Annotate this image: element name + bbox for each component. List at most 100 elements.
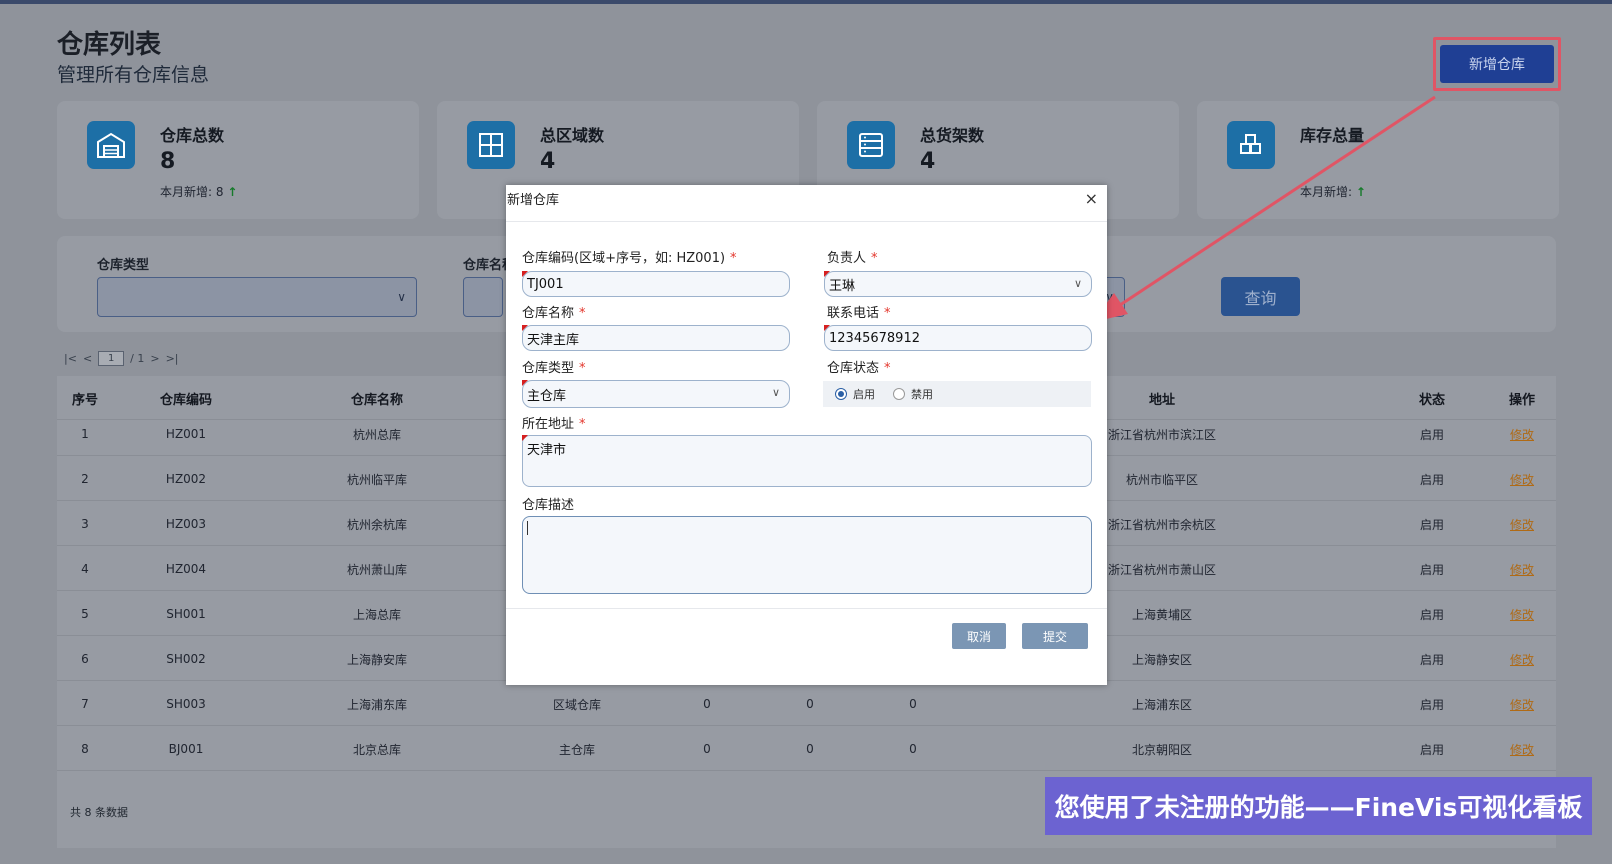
cell-code: SH001 xyxy=(166,607,206,621)
arrow-up-icon: ↑ xyxy=(227,185,238,199)
add-warehouse-dialog: 新增仓库 × 仓库编码(区域+序号，如: HZ001) * TJ001 负责人 * … xyxy=(506,185,1107,685)
last-page-icon[interactable]: >| xyxy=(166,352,179,365)
stat-card-inventory: 库存总量 本月新增: ↑ xyxy=(1197,101,1559,219)
cell-name: 上海浦东库 xyxy=(346,697,407,712)
required-flag xyxy=(522,271,528,277)
cell-c1: 0 xyxy=(703,697,711,711)
edit-link[interactable]: 修改 xyxy=(1497,727,1547,771)
cell-no: 2 xyxy=(81,472,89,486)
first-page-icon[interactable]: |< xyxy=(64,352,77,365)
cell-no: 3 xyxy=(81,517,89,531)
stat-note: 本月新增: ↑ xyxy=(1300,185,1366,199)
cell-c3: 0 xyxy=(909,697,917,711)
add-warehouse-button[interactable]: 新增仓库 xyxy=(1440,45,1554,83)
edit-link[interactable]: 修改 xyxy=(1497,502,1547,546)
radio-empty-icon xyxy=(893,388,905,400)
cell-status: 启用 xyxy=(1419,562,1444,577)
grid-icon xyxy=(467,121,515,169)
cell-no: 4 xyxy=(81,562,89,576)
cell-no: 5 xyxy=(81,607,89,621)
filter-name-input[interactable] xyxy=(463,277,503,317)
cell-addr: 浙江省杭州市萧山区 xyxy=(1107,562,1216,577)
radio-selected-icon xyxy=(835,388,847,400)
required-flag xyxy=(522,325,528,331)
status-option-off[interactable]: 禁用 xyxy=(893,386,933,402)
stat-title: 总货架数 xyxy=(920,126,985,145)
code-input[interactable]: TJ001 xyxy=(522,271,790,297)
edit-link[interactable]: 修改 xyxy=(1497,547,1547,591)
description-textarea[interactable] xyxy=(522,516,1092,594)
cell-code: HZ001 xyxy=(165,427,207,441)
name-input[interactable]: 天津主库 xyxy=(522,325,790,351)
cell-code: HZ004 xyxy=(165,562,207,576)
edit-link[interactable]: 修改 xyxy=(1497,592,1547,636)
stat-title: 仓库总数 xyxy=(160,126,225,145)
cancel-button[interactable]: 取消 xyxy=(952,623,1006,649)
boxes-icon xyxy=(1227,121,1275,169)
address-textarea[interactable]: 天津市 xyxy=(522,435,1092,487)
cell-addr: 上海浦东区 xyxy=(1131,697,1192,712)
warehouse-icon xyxy=(87,121,135,169)
dialog-title: 新增仓库 xyxy=(507,193,560,208)
shelf-icon xyxy=(847,121,895,169)
stat-note: 本月新增: 8 ↑ xyxy=(160,185,238,199)
cell-addr: 上海黄埔区 xyxy=(1131,607,1192,622)
edit-link[interactable]: 修改 xyxy=(1497,457,1547,501)
cell-name: 北京总库 xyxy=(352,742,401,757)
edit-link[interactable]: 修改 xyxy=(1497,637,1547,681)
cell-code: SH002 xyxy=(166,652,206,666)
cell-addr: 上海静安区 xyxy=(1131,652,1192,667)
pagination: |< < 1 / 1 > >| xyxy=(64,351,179,366)
cell-status: 启用 xyxy=(1419,472,1444,487)
description-label: 仓库描述 xyxy=(522,498,575,513)
cell-name: 杭州临平库 xyxy=(346,472,407,487)
cell-c2: 0 xyxy=(806,697,814,711)
cell-addr: 浙江省杭州市滨江区 xyxy=(1107,427,1216,442)
phone-input[interactable]: 12345678912 xyxy=(824,325,1092,351)
filter-type-label: 仓库类型 xyxy=(97,258,150,273)
stat-title: 总区域数 xyxy=(540,126,605,145)
owner-select[interactable]: 王琳 ∨ xyxy=(824,271,1092,297)
next-page-icon[interactable]: > xyxy=(150,352,159,365)
stat-card-warehouses: 仓库总数 8 本月新增: 8 ↑ xyxy=(57,101,419,219)
cell-status: 启用 xyxy=(1419,517,1444,532)
name-label: 仓库名称 * xyxy=(522,306,586,321)
cell-no: 1 xyxy=(81,427,89,441)
edit-link[interactable]: 修改 xyxy=(1497,682,1547,726)
stat-value: 8 xyxy=(160,149,176,174)
status-option-on[interactable]: 启用 xyxy=(835,386,875,402)
owner-label: 负责人 * xyxy=(827,251,878,266)
cell-name: 杭州余杭库 xyxy=(346,517,407,532)
arrow-up-icon: ↑ xyxy=(1355,185,1366,199)
cell-code: HZ002 xyxy=(165,472,207,486)
cell-addr: 浙江省杭州市余杭区 xyxy=(1107,517,1216,532)
total-count: 共 8 条数据 xyxy=(70,806,128,819)
type-select[interactable]: 主仓库 ∨ xyxy=(522,380,790,408)
page-total: / 1 xyxy=(130,352,145,365)
required-flag xyxy=(824,271,830,277)
top-bar xyxy=(0,0,1612,4)
cell-name: 杭州萧山库 xyxy=(346,562,407,577)
required-flag xyxy=(522,435,528,441)
cell-no: 7 xyxy=(81,697,89,711)
query-button[interactable]: 查询 xyxy=(1221,277,1300,316)
phone-label: 联系电话 * xyxy=(827,306,891,321)
page-title: 仓库列表 xyxy=(57,30,162,60)
cell-c1: 0 xyxy=(703,742,711,756)
chevron-down-icon: ∨ xyxy=(1073,277,1082,290)
filter-type-select[interactable]: ∨ xyxy=(97,277,417,317)
chevron-down-icon: ∨ xyxy=(771,386,780,399)
submit-button[interactable]: 提交 xyxy=(1022,623,1088,649)
divider xyxy=(506,608,1107,609)
prev-page-icon[interactable]: < xyxy=(83,352,92,365)
table-row: 8 BJ001 北京总库 主仓库 0 0 0 北京朝阳区 启用 修改 xyxy=(57,727,1556,771)
close-icon[interactable]: × xyxy=(1085,189,1098,208)
cell-no: 8 xyxy=(81,742,89,756)
edit-link[interactable]: 修改 xyxy=(1497,412,1547,456)
cell-name: 上海静安库 xyxy=(346,652,407,667)
cell-addr: 北京朝阳区 xyxy=(1131,742,1192,757)
page-number-input[interactable]: 1 xyxy=(98,351,125,366)
chevron-down-icon: ∨ xyxy=(397,290,406,304)
cell-type: 主仓库 xyxy=(558,742,595,757)
page-subtitle: 管理所有仓库信息 xyxy=(57,64,210,86)
